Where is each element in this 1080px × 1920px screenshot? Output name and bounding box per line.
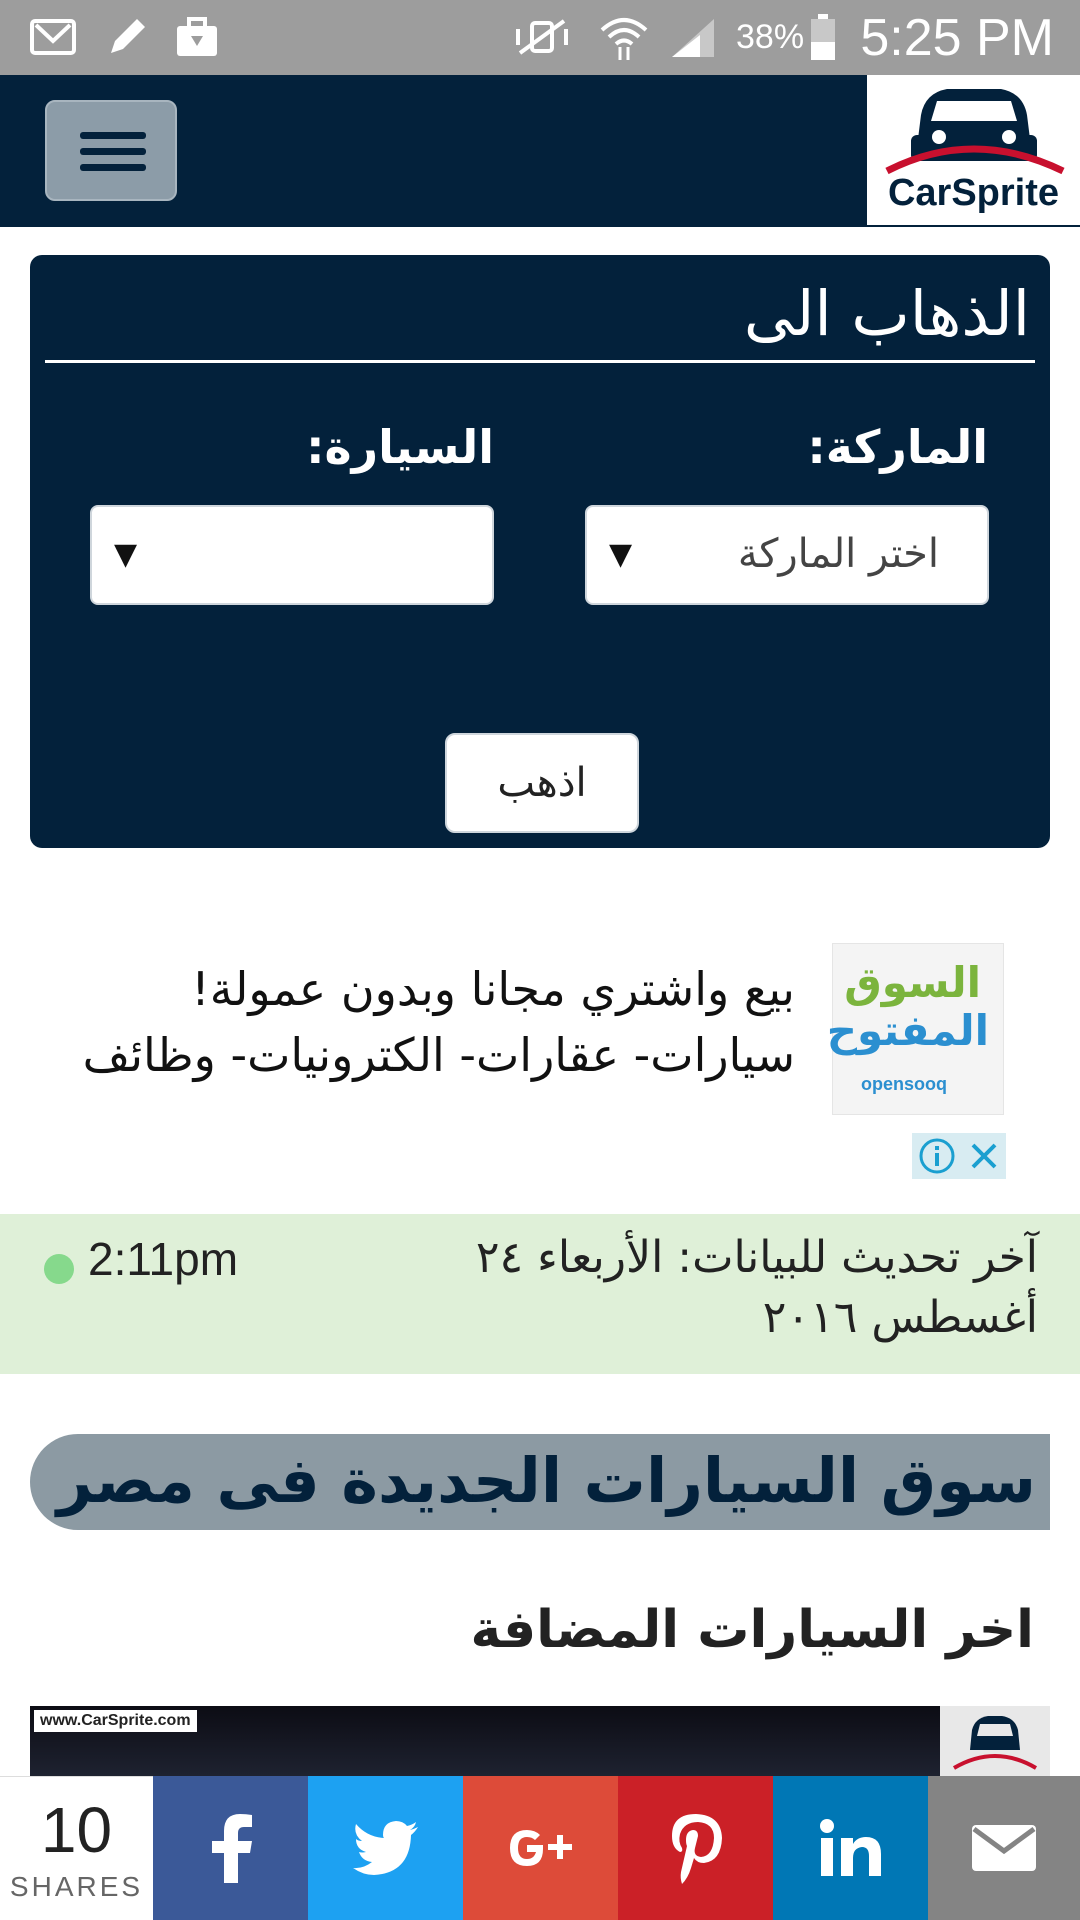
last-update-time: 2:11pm xyxy=(88,1233,239,1285)
image-watermark: www.CarSprite.com xyxy=(34,1710,197,1732)
brand-select-value: اختر الماركة xyxy=(737,531,939,577)
facebook-share-button[interactable] xyxy=(153,1776,308,1920)
divider xyxy=(45,360,1035,363)
ad-logo-en: opensooq xyxy=(861,1074,947,1094)
menu-bar-icon xyxy=(80,132,146,139)
car-logo-icon xyxy=(885,89,1065,175)
email-icon xyxy=(972,1825,1036,1871)
pencil-icon xyxy=(102,14,152,60)
gmail-icon xyxy=(28,14,78,60)
carsprite-logo[interactable]: CarSprite xyxy=(867,75,1080,225)
briefcase-icon xyxy=(172,14,222,60)
signal-icon xyxy=(668,14,718,60)
latest-car-image[interactable]: www.CarSprite.com xyxy=(30,1706,1050,1776)
facebook-icon xyxy=(211,1814,252,1883)
car-label: السيارة: xyxy=(306,420,494,474)
brand-select[interactable]: ▼ اختر الماركة xyxy=(585,505,989,605)
logo-text: CarSprite xyxy=(887,172,1060,214)
mute-vibrate-icon xyxy=(512,14,572,60)
share-count-number: 10 xyxy=(40,1794,113,1866)
section-banner: سوق السيارات الجديدة فى مصر xyxy=(30,1434,1050,1530)
site-header: CarSprite xyxy=(0,75,1080,227)
last-update-bar: آخر تحديث للبيانات: الأربعاء ٢٤ أغسطس ٢٠… xyxy=(0,1214,1080,1374)
linkedin-icon xyxy=(819,1819,881,1876)
menu-bar-icon xyxy=(80,164,146,171)
ad-headline[interactable]: بيع واشتري مجانا وبدون عمولة! xyxy=(191,962,795,1016)
ad-subline[interactable]: سيارات- عقارات- الكترونيات- وظائف xyxy=(83,1028,795,1082)
go-button[interactable]: اذهب xyxy=(445,733,639,833)
ad-choices-badge[interactable] xyxy=(912,1133,1006,1179)
google-plus-share-button[interactable] xyxy=(463,1776,618,1920)
ad-logo-line2: المفتوح xyxy=(826,1006,989,1055)
goto-panel: الذهاب الى الماركة: السيارة: ▼ اختر الما… xyxy=(30,255,1050,848)
wifi-icon xyxy=(596,14,652,60)
live-dot-icon xyxy=(44,1254,74,1284)
clock: 5:25 PM xyxy=(860,9,1054,67)
last-update-text: آخر تحديث للبيانات: الأربعاء ٢٤ أغسطس ٢٠… xyxy=(475,1232,1038,1343)
linkedin-share-button[interactable] xyxy=(773,1776,928,1920)
info-icon[interactable] xyxy=(918,1137,956,1175)
share-bar: 10 SHARES xyxy=(0,1776,1080,1920)
brand-label: الماركة: xyxy=(807,420,988,474)
hamburger-menu-button[interactable] xyxy=(45,100,177,201)
opensooq-ad-logo[interactable]: السوق المفتوح opensooq xyxy=(827,943,1004,1115)
panel-title: الذهاب الى xyxy=(743,277,1030,350)
image-logo-icon xyxy=(940,1706,1050,1776)
twitter-share-button[interactable] xyxy=(308,1776,463,1920)
latest-cars-heading: اخر السيارات المضافة xyxy=(470,1600,1034,1660)
dropdown-arrow-icon: ▼ xyxy=(114,537,138,572)
battery-icon xyxy=(808,14,838,60)
share-count: 10 SHARES xyxy=(0,1776,153,1920)
status-bar: 38% 5:25 PM xyxy=(0,0,1080,75)
ad-logo-line1: السوق xyxy=(844,958,981,1007)
menu-bar-icon xyxy=(80,148,146,155)
email-share-button[interactable] xyxy=(928,1776,1080,1920)
car-select[interactable]: ▼ xyxy=(90,505,494,605)
share-count-label: SHARES xyxy=(9,1871,144,1902)
pinterest-share-button[interactable] xyxy=(618,1776,773,1920)
twitter-icon xyxy=(352,1821,418,1875)
dropdown-arrow-icon: ▼ xyxy=(609,537,633,572)
close-icon[interactable] xyxy=(967,1139,1001,1173)
google-plus-icon xyxy=(509,1830,572,1866)
section-title: سوق السيارات الجديدة فى مصر xyxy=(56,1444,1036,1517)
pinterest-icon xyxy=(671,1814,722,1884)
battery-percent: 38% xyxy=(736,18,805,56)
